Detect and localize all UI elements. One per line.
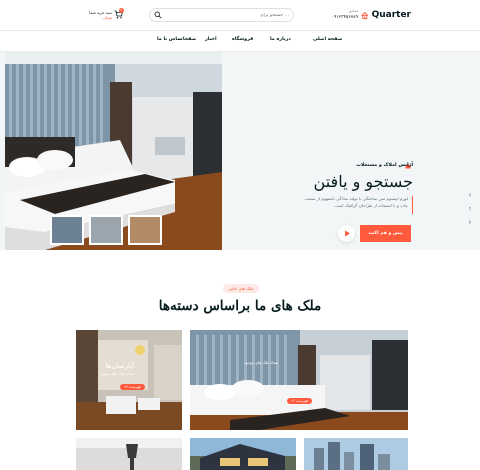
hero-bedroom-image — [5, 52, 222, 250]
cart-total: ۰ تومان — [99, 15, 112, 20]
cart-count-badge: 0 — [119, 8, 124, 13]
card-button-wrap: ۱۲ فهرست — [120, 373, 145, 392]
category-card[interactable] — [190, 438, 296, 470]
nav-item-news[interactable]: اخبار — [205, 37, 217, 42]
facebook-icon[interactable]: f — [466, 190, 474, 203]
card-button-wrap: ۱۲ فهرست — [287, 387, 312, 406]
house-icon — [361, 11, 369, 19]
bedroom-image — [190, 330, 408, 430]
play-video-button[interactable] — [338, 225, 355, 242]
hero-subtitle: آژانس املاک و مستغلات — [356, 163, 413, 168]
hero-cta-button[interactable]: پیش و هم اکنید — [360, 225, 411, 242]
listing-count-button[interactable]: ۱۲ فهرست — [120, 384, 145, 390]
card-description: تعداد ملک های موجود — [243, 360, 278, 365]
section-title: ملک های ما براساس دسته‌ها — [158, 298, 322, 314]
hero-title: جستجو و یافتن — [313, 172, 413, 191]
logo-text: Quarter — [371, 10, 411, 20]
hero-text-accent-bar — [412, 196, 413, 214]
category-card[interactable] — [76, 438, 182, 470]
nav-item-home[interactable]: صفحه اصلی — [313, 37, 342, 42]
hero-banner: آژانس املاک و مستغلات جستجو و یافتن لورم… — [0, 52, 480, 250]
section-badge: ملک های خاص — [223, 284, 259, 293]
search-input[interactable] — [164, 10, 289, 20]
twitter-icon[interactable]: t — [466, 203, 474, 216]
phone-contact[interactable]: تماس ۰۹۱۲۳۴۵۶۷۸۹ — [302, 8, 358, 24]
main-nav: صفحه اصلی درباره ما فروشگاه اخبار صفحات … — [0, 30, 480, 52]
category-card[interactable] — [304, 438, 408, 470]
category-card[interactable]: تعداد ملک های موجود — [190, 330, 408, 430]
play-icon — [345, 230, 350, 237]
nav-item-contact[interactable]: تماس با ما — [157, 37, 182, 42]
logo[interactable]: Quarter — [361, 7, 411, 23]
phone-number: ۰۹۱۲۳۴۵۶۷۸۹ — [331, 15, 358, 20]
card-title: آپارتمان‌ها — [105, 362, 135, 370]
youtube-icon[interactable]: y — [466, 216, 474, 229]
site-header: Quarter تماس ۰۹۱۲۳۴۵۶۷۸۹ 0 سبد خرید شما … — [0, 0, 480, 30]
city-image — [304, 438, 408, 470]
search-icon[interactable] — [154, 11, 162, 19]
nav-item-shop[interactable]: فروشگاه — [232, 37, 253, 42]
interior-image — [76, 438, 182, 470]
house-exterior-image — [190, 438, 296, 470]
hero-description: لورم ایپسوم متن ساختگی با تولید سادگی نا… — [304, 196, 408, 208]
cart[interactable]: 0 سبد خرید شما ۰ تومان — [82, 8, 124, 24]
social-links: f t y — [466, 190, 474, 240]
nav-item-about[interactable]: درباره ما — [270, 37, 291, 42]
listing-count-button[interactable]: ۱۲ فهرست — [287, 398, 312, 404]
card-label: تعداد ملک های موجود — [244, 360, 278, 366]
search-box — [149, 8, 294, 22]
